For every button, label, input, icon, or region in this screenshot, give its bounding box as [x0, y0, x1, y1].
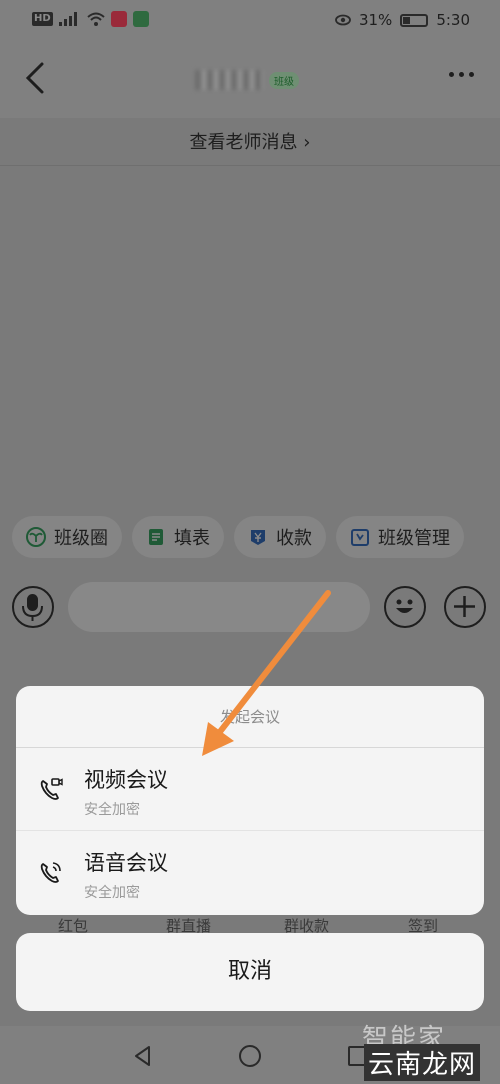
- wifi-icon: [87, 12, 105, 26]
- message-input-bar: [0, 574, 500, 638]
- message-input[interactable]: [68, 582, 370, 632]
- chip-class-circle[interactable]: 班级圈: [12, 516, 122, 558]
- chip-fill-form[interactable]: 填表: [132, 516, 224, 558]
- chat-header: 班级: [0, 42, 500, 118]
- hd-badge: HD: [32, 12, 53, 26]
- microphone-icon: [22, 594, 43, 621]
- more-options-button[interactable]: [449, 72, 474, 77]
- back-button[interactable]: [22, 60, 52, 96]
- chip-label: 班级管理: [378, 528, 450, 549]
- chip-payment[interactable]: 收款: [234, 516, 326, 558]
- battery-icon: [400, 13, 429, 27]
- more-functions-button[interactable]: [444, 586, 486, 628]
- sheet-title: 发起会议: [16, 686, 484, 748]
- quick-actions: 班级圈 填表 收款 班级管理: [12, 516, 464, 558]
- eye-comfort-icon: [335, 14, 351, 26]
- plus-icon: [454, 596, 475, 617]
- dot-icon: [449, 72, 454, 77]
- class-manage-icon: [351, 529, 369, 546]
- watermark: 智能家 云南龙网: [362, 1018, 492, 1081]
- meeting-action-sheet: 发起会议 视频会议 安全加密 语音会议 安全加密: [16, 686, 484, 915]
- battery-percent: 31%: [358, 11, 393, 29]
- view-teacher-messages-link[interactable]: 查看老师消息 ›: [0, 120, 500, 166]
- cancel-button[interactable]: 取消: [16, 933, 484, 1011]
- yen-icon: [251, 530, 265, 545]
- status-bar: HD 31% 5:30: [0, 0, 500, 42]
- blurred-group-name: [195, 70, 263, 90]
- voice-meeting-option[interactable]: 语音会议 安全加密: [16, 831, 484, 914]
- message-area: [0, 166, 500, 506]
- chip-class-management[interactable]: 班级管理: [336, 516, 464, 558]
- option-subtitle: 安全加密: [84, 802, 140, 818]
- video-meeting-option[interactable]: 视频会议 安全加密: [16, 748, 484, 831]
- nav-back-icon[interactable]: [131, 1044, 155, 1068]
- chip-label: 班级圈: [54, 528, 108, 549]
- smiley-icon: [396, 599, 413, 613]
- battery-level: [403, 16, 411, 24]
- clock: 5:30: [436, 11, 470, 29]
- option-label: 语音会议: [84, 851, 168, 875]
- dot-icon: [459, 72, 464, 77]
- chat-title: 班级: [195, 70, 299, 90]
- chip-label: 填表: [174, 528, 210, 549]
- watermark-bottom: 云南龙网: [364, 1044, 481, 1081]
- sprout-icon: [26, 527, 46, 547]
- form-icon: [149, 529, 163, 545]
- class-badge: 班级: [269, 71, 299, 89]
- notification-app-icon: [110, 11, 127, 27]
- dot-icon: [469, 72, 474, 77]
- emoji-button[interactable]: [384, 586, 426, 628]
- signal-icon: [58, 12, 77, 26]
- nav-home-icon[interactable]: [238, 1044, 262, 1068]
- video-call-icon: [40, 778, 63, 800]
- option-label: 视频会议: [84, 768, 168, 792]
- chip-label: 收款: [276, 528, 312, 549]
- option-subtitle: 安全加密: [84, 885, 140, 901]
- voice-call-icon: [40, 862, 61, 883]
- notification-app-icon-2: [132, 11, 149, 27]
- voice-input-button[interactable]: [12, 586, 54, 628]
